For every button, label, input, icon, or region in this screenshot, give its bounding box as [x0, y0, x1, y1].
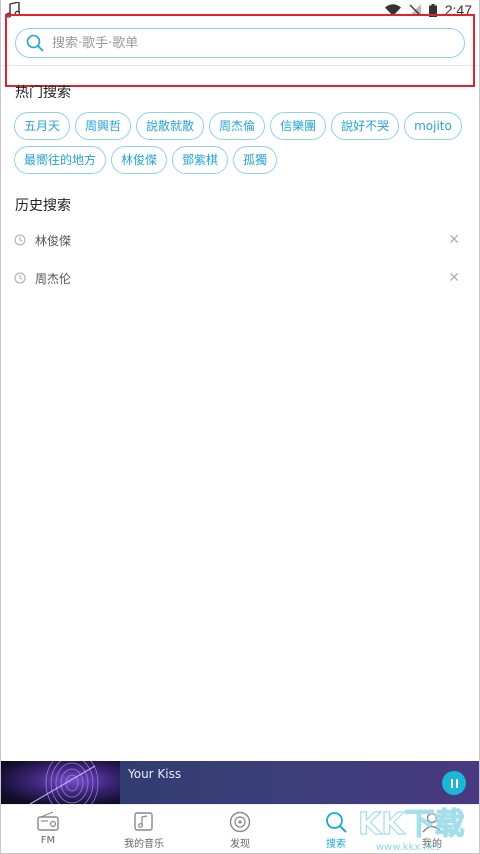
battery-icon — [428, 3, 437, 17]
nav-label: 搜索 — [326, 839, 346, 850]
nav-item-me[interactable]: 我的 — [384, 805, 480, 854]
hot-tag[interactable]: 說散就散 — [136, 112, 205, 140]
hot-tag[interactable]: 信樂團 — [270, 112, 327, 140]
radio-icon — [37, 811, 59, 831]
nav-label: 我的音乐 — [124, 839, 164, 850]
pause-icon-bar — [455, 778, 458, 788]
person-icon — [422, 812, 442, 833]
status-right: 2:47 — [384, 2, 472, 18]
clock-icon — [14, 234, 26, 246]
close-icon[interactable]: ✕ — [448, 270, 460, 286]
status-time: 2:47 — [444, 2, 472, 18]
search-bar — [0, 20, 480, 66]
album-cover[interactable] — [0, 761, 120, 804]
nav-item-discover[interactable]: 发现 — [192, 805, 288, 854]
search-icon — [326, 812, 347, 833]
hot-tag[interactable]: 說好不哭 — [331, 112, 400, 140]
disc-icon — [229, 811, 251, 833]
history-list: 林俊傑 ✕ 周杰伦 ✕ — [0, 221, 480, 297]
nav-item-my-music[interactable]: 我的音乐 — [96, 805, 192, 854]
history-search-title: 历史搜索 — [15, 198, 71, 214]
search-input[interactable] — [52, 35, 464, 51]
music-note-icon — [6, 2, 20, 18]
nav-item-fm[interactable]: FM — [0, 805, 96, 854]
nav-label: FM — [40, 835, 56, 846]
pause-icon-bar — [450, 778, 453, 788]
hot-tag[interactable]: 林俊傑 — [111, 146, 168, 174]
no-signal-icon — [408, 4, 421, 16]
hot-tag[interactable]: 孤獨 — [233, 146, 278, 174]
hot-tag[interactable]: 最嚮往的地方 — [14, 146, 107, 174]
nav-item-search[interactable]: 搜索 — [288, 805, 384, 854]
search-icon — [26, 34, 44, 52]
hot-tag[interactable]: 周杰倫 — [209, 112, 266, 140]
hot-tag[interactable]: 周興哲 — [75, 112, 132, 140]
hot-tag[interactable]: mojito — [404, 112, 462, 140]
bottom-nav: FM 我的音乐 发现 搜索 我的 — [0, 804, 480, 854]
hot-search-tags: 五月天 周興哲 說散就散 周杰倫 信樂團 說好不哭 mojito 最嚮往的地方 … — [14, 112, 474, 174]
clock-icon — [14, 272, 26, 284]
history-item[interactable]: 林俊傑 ✕ — [0, 221, 480, 259]
song-title: Your Kiss — [128, 767, 182, 781]
history-item-label: 林俊傑 — [35, 233, 72, 248]
hot-search-title: 热门搜索 — [15, 85, 71, 101]
fingerprint-art-icon — [29, 761, 99, 804]
mini-player[interactable]: Your Kiss — [0, 761, 480, 804]
history-item[interactable]: 周杰伦 ✕ — [0, 259, 480, 297]
close-icon[interactable]: ✕ — [448, 232, 460, 248]
nav-label: 我的 — [422, 839, 442, 850]
history-item-label: 周杰伦 — [35, 271, 72, 286]
status-bar: 2:47 — [0, 0, 480, 20]
pause-button[interactable] — [442, 771, 466, 795]
nav-label: 发现 — [230, 839, 250, 850]
status-left — [6, 2, 20, 18]
hot-tag[interactable]: 五月天 — [14, 112, 71, 140]
wifi-icon — [384, 4, 401, 16]
music-library-icon — [134, 812, 153, 831]
hot-tag[interactable]: 鄧紫棋 — [172, 146, 229, 174]
search-box[interactable] — [15, 28, 465, 58]
